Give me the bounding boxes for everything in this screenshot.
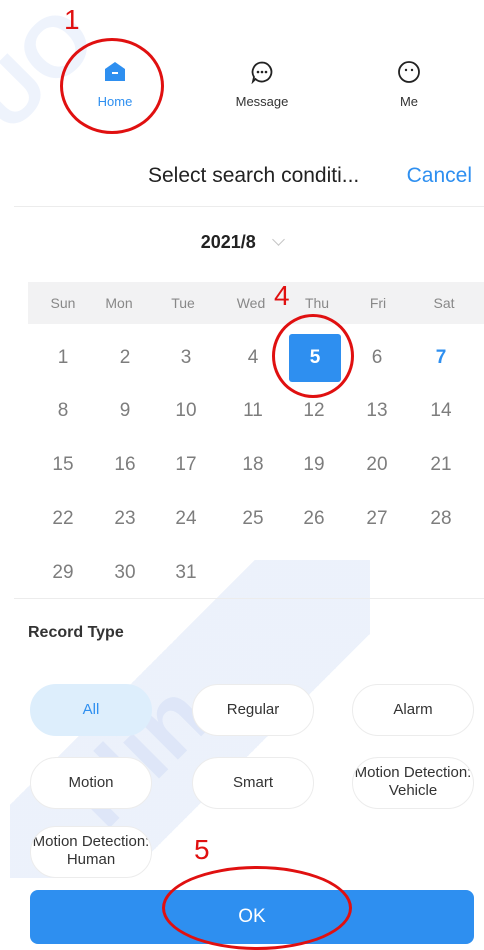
calendar-day[interactable]: 20 — [352, 441, 402, 489]
search-header: Select search conditi... Cancel — [0, 160, 484, 202]
annotation-number: 4 — [274, 280, 290, 311]
divider — [14, 598, 484, 599]
calendar-day[interactable]: 14 — [416, 387, 466, 435]
calendar-day[interactable]: 25 — [228, 495, 278, 543]
calendar-day[interactable]: 12 — [289, 387, 339, 435]
calendar-day[interactable]: 27 — [352, 495, 402, 543]
annotation-number: 5 — [194, 834, 210, 865]
calendar-day[interactable]: 18 — [228, 441, 278, 489]
nav-me-label: Me — [399, 94, 419, 109]
me-icon — [398, 61, 420, 83]
nav-message-label: Message — [235, 94, 289, 109]
calendar-day[interactable]: 28 — [416, 495, 466, 543]
calendar-day[interactable]: 29 — [38, 549, 88, 597]
record-type-alarm[interactable]: Alarm — [352, 684, 474, 736]
calendar-day[interactable]: 22 — [38, 495, 88, 543]
calendar-day[interactable]: 9 — [100, 387, 150, 435]
cancel-button[interactable]: Cancel — [407, 164, 472, 188]
calendar-day[interactable]: 4 — [228, 334, 278, 382]
nav-home[interactable]: Home — [70, 60, 160, 109]
selected-day-value: 5 — [289, 334, 341, 382]
nav-message[interactable]: Message — [217, 60, 307, 109]
month-selector[interactable]: 2021/8 — [0, 232, 484, 253]
calendar-day[interactable]: 24 — [161, 495, 211, 543]
record-type-all[interactable]: All — [30, 684, 152, 736]
chevron-down-icon — [272, 233, 286, 246]
calendar-day-selected[interactable]: 5 — [289, 334, 341, 382]
weekday-label: Sat — [433, 295, 455, 311]
calendar-day[interactable]: 3 — [161, 334, 211, 382]
weekday-label: Fri — [369, 295, 387, 311]
calendar-day[interactable]: 19 — [289, 441, 339, 489]
nav-home-label: Home — [97, 94, 133, 109]
weekday-label: Mon — [105, 295, 133, 311]
calendar-day[interactable]: 1 — [38, 334, 88, 382]
record-type-label: Record Type — [28, 624, 124, 641]
calendar-day[interactable]: 11 — [228, 387, 278, 435]
page-title: Select search conditi... — [148, 164, 360, 187]
divider — [14, 206, 484, 207]
record-type-motion-human[interactable]: Motion Detection: Human — [30, 826, 152, 878]
weekday-label: Sun — [50, 295, 76, 311]
calendar-day[interactable]: 21 — [416, 441, 466, 489]
home-icon — [105, 62, 125, 81]
record-type-motion[interactable]: Motion — [30, 757, 152, 809]
weekday-label: Thu — [304, 295, 330, 311]
footer-bar: OK — [0, 878, 484, 950]
calendar-day[interactable]: 23 — [100, 495, 150, 543]
weekday-label: Tue — [171, 295, 195, 311]
calendar-day[interactable]: 31 — [161, 549, 211, 597]
ok-button[interactable]: OK — [30, 890, 474, 944]
calendar-day[interactable]: 2 — [100, 334, 150, 382]
calendar-day[interactable]: 6 — [352, 334, 402, 382]
calendar-day[interactable]: 30 — [100, 549, 150, 597]
calendar-day[interactable]: 13 — [352, 387, 402, 435]
record-type-regular[interactable]: Regular — [192, 684, 314, 736]
calendar-day[interactable]: 8 — [38, 387, 88, 435]
calendar-day[interactable]: 15 — [38, 441, 88, 489]
weekday-header: Sun Mon Tue Wed Thu Fri Sat — [28, 282, 484, 324]
month-label: 2021/8 — [200, 232, 256, 252]
calendar-day-today[interactable]: 7 — [416, 334, 466, 382]
record-type-motion-vehicle[interactable]: Motion Detection: Vehicle — [352, 757, 474, 809]
nav-me[interactable]: Me — [364, 60, 454, 109]
annotation-number: 1 — [64, 4, 80, 35]
weekday-label: Wed — [236, 295, 266, 311]
calendar-day[interactable]: 16 — [100, 441, 150, 489]
calendar-day[interactable]: 26 — [289, 495, 339, 543]
calendar-day[interactable]: 10 — [161, 387, 211, 435]
message-icon — [251, 61, 273, 84]
calendar-day[interactable]: 17 — [161, 441, 211, 489]
record-type-smart[interactable]: Smart — [192, 757, 314, 809]
